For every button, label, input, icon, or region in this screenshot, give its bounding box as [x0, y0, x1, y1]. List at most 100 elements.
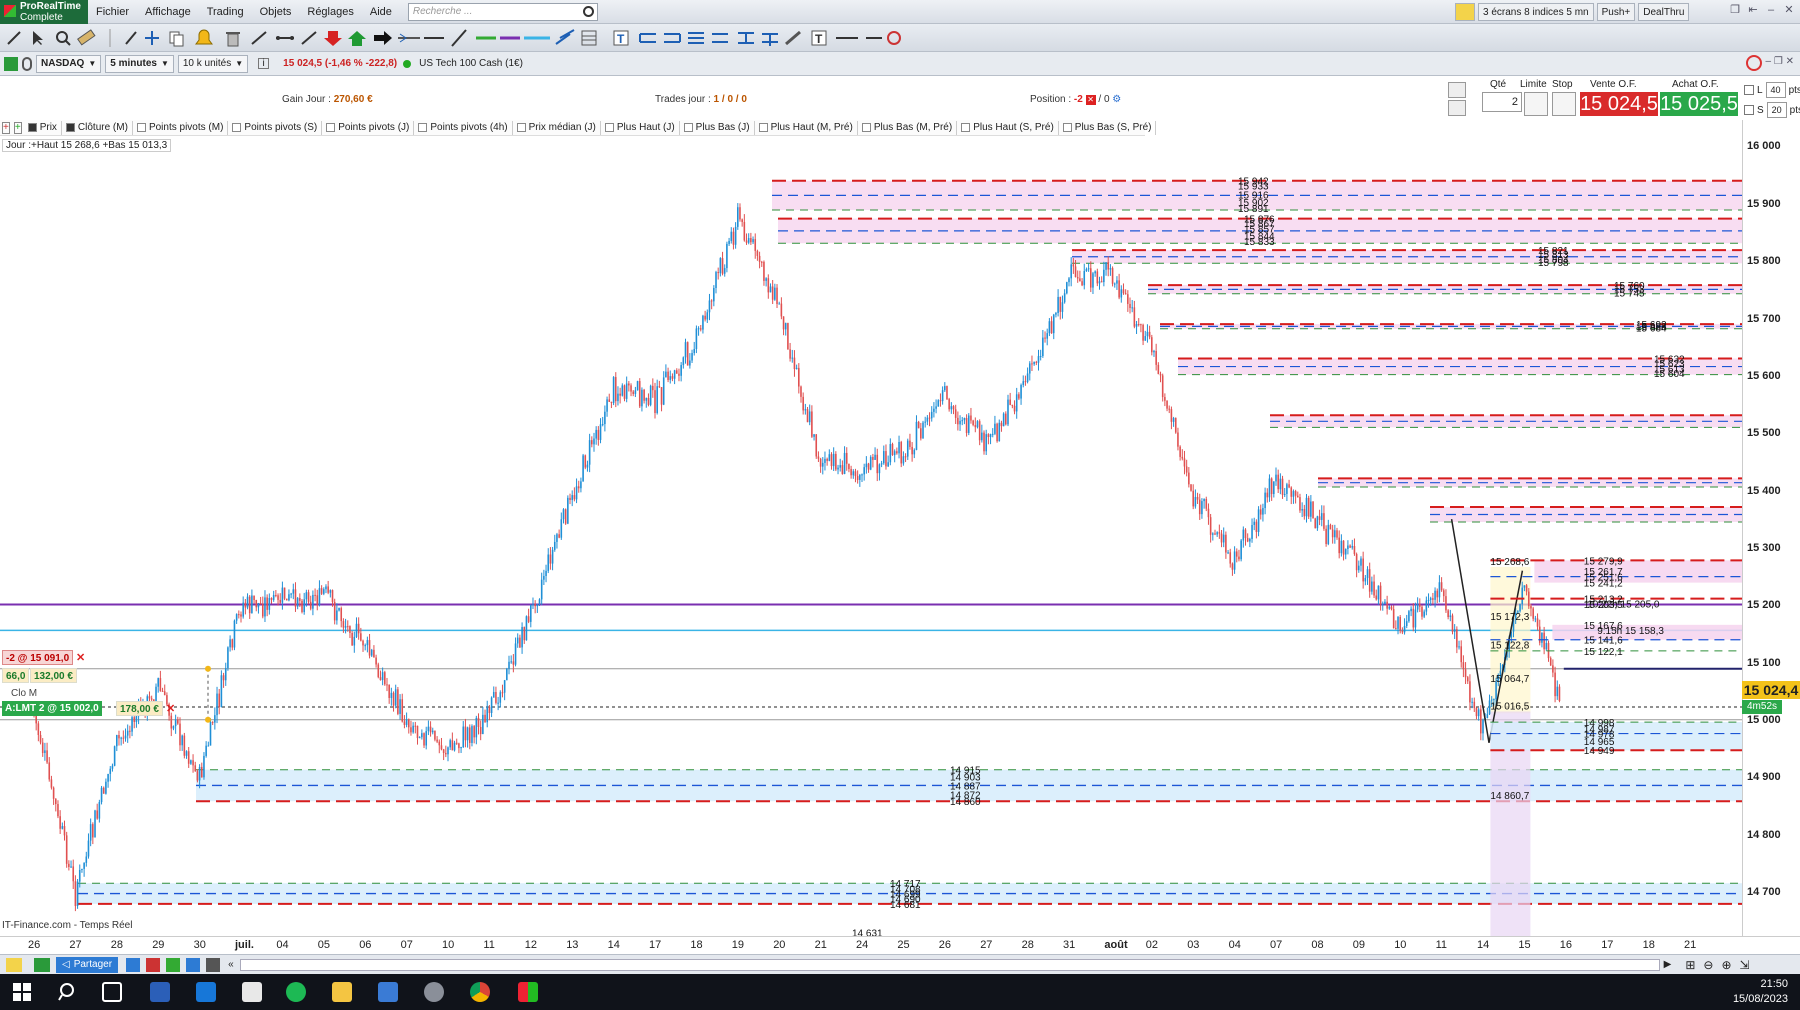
legend-item[interactable]: Clôture (M)	[62, 120, 133, 135]
text-icon[interactable]: T	[613, 30, 629, 46]
legend-item[interactable]: Plus Haut (S, Pré)	[957, 120, 1059, 135]
legend-checkbox[interactable]	[961, 123, 971, 132]
legend-checkbox[interactable]	[516, 123, 526, 132]
zoom-in-icon[interactable]: ⊕	[1721, 958, 1731, 972]
legend-checkbox[interactable]	[27, 123, 37, 132]
legend-item[interactable]: Plus Bas (M, Pré)	[858, 120, 958, 135]
windows-start-icon[interactable]	[12, 982, 32, 1002]
legend-checkbox[interactable]	[758, 123, 768, 132]
search-taskbar-icon[interactable]	[58, 982, 78, 1002]
alerts-icon[interactable]	[1455, 3, 1475, 21]
ruler2-icon[interactable]	[785, 30, 801, 46]
l-value-input[interactable]: 40	[1765, 82, 1786, 98]
tool-icon[interactable]	[206, 957, 221, 972]
magic-wand-icon[interactable]	[125, 31, 137, 45]
stop-button[interactable]	[1552, 92, 1576, 116]
candle-width-icon[interactable]: ⇲	[1740, 958, 1750, 972]
legend-item[interactable]: Prix	[24, 120, 62, 135]
window-controls-2[interactable]: – ❐ ✕	[1766, 56, 1794, 67]
legend-checkbox[interactable]	[136, 123, 146, 132]
settings-icon[interactable]: ⚙	[1112, 94, 1121, 105]
push-button[interactable]: Push+	[1596, 3, 1636, 21]
legend-item[interactable]: Prix médian (J)	[513, 120, 601, 135]
layout-button[interactable]: 3 écrans 8 indices 5 mn	[1478, 3, 1594, 21]
legend-checkbox[interactable]	[861, 123, 871, 132]
market-select[interactable]: NASDAQ ▼	[36, 54, 102, 73]
mail-icon[interactable]	[242, 982, 262, 1002]
info-icon[interactable]: i	[258, 58, 270, 69]
add-indicator-icon[interactable]: +	[2, 121, 10, 134]
app-blue-icon[interactable]	[196, 982, 216, 1002]
app-grey-icon[interactable]	[424, 982, 444, 1002]
short-position-badge[interactable]: -2 @ 15 091,0	[2, 650, 74, 665]
fibo-icon[interactable]	[581, 30, 597, 46]
close-icon[interactable]: ✕	[1782, 3, 1796, 17]
limit-order-badge[interactable]: A:LMT 2 @ 15 002,0	[2, 701, 102, 716]
screens-icon[interactable]	[186, 957, 201, 972]
back-icon[interactable]: ⇤	[1746, 3, 1760, 17]
table-icon[interactable]	[146, 957, 161, 972]
limit-checkbox[interactable]	[1744, 85, 1754, 95]
share-button[interactable]: ◁ Partager	[56, 956, 119, 973]
legend-checkbox[interactable]	[418, 123, 428, 132]
menu-reglages[interactable]: Réglages	[299, 6, 361, 18]
legend-checkbox[interactable]	[683, 123, 693, 132]
legend-item[interactable]: Points pivots (M)	[133, 120, 229, 135]
legend-item[interactable]: Plus Bas (J)	[680, 120, 755, 135]
cancel-order-icon[interactable]: ✕	[166, 702, 178, 715]
bell-icon[interactable]	[195, 29, 213, 45]
arrow-up-icon[interactable]	[348, 31, 366, 46]
minimize-icon[interactable]: –	[1764, 3, 1778, 17]
range-icon[interactable]	[738, 32, 754, 44]
chart-type-icon-2[interactable]	[34, 957, 50, 972]
ray-icon[interactable]	[301, 31, 317, 45]
arrow-down-icon[interactable]	[324, 31, 342, 46]
menu-aide[interactable]: Aide	[362, 6, 400, 18]
calculator-icon[interactable]	[1448, 100, 1466, 116]
spotify-icon[interactable]	[286, 982, 306, 1002]
refresh-icon[interactable]	[1746, 55, 1762, 71]
zoom-out-icon[interactable]: ⊖	[1703, 958, 1713, 972]
pencil-icon[interactable]	[7, 31, 21, 45]
legend-item[interactable]: Plus Bas (S, Pré)	[1059, 120, 1157, 135]
channel-icon[interactable]	[555, 29, 575, 45]
search-input[interactable]: Recherche ...	[407, 2, 598, 21]
folder-icon[interactable]	[332, 982, 352, 1002]
trend-line-icon[interactable]	[251, 31, 267, 45]
add-indicator-icon-2[interactable]: +	[13, 121, 22, 134]
sell-button[interactable]: 15 024,5	[1580, 92, 1658, 116]
cursor-icon[interactable]	[33, 31, 43, 45]
legend-item[interactable]: Plus Haut (J)	[601, 120, 680, 135]
close-position-icon[interactable]: ✕	[76, 651, 88, 664]
time-axis[interactable]: 26 27 28 29 30 juil. 04 05 06 07 10 11 12 13 14 17 18 19 2…	[0, 936, 1800, 954]
legend-checkbox[interactable]	[604, 123, 614, 132]
diag-line-icon[interactable]	[451, 29, 467, 47]
menu-trading[interactable]: Trading	[199, 6, 252, 18]
task-view-icon[interactable]	[102, 982, 122, 1002]
chart-type-icon[interactable]	[4, 56, 18, 71]
horizontal-scrollbar[interactable]	[239, 958, 1660, 971]
calculator-app-icon[interactable]	[378, 982, 398, 1002]
buy-button[interactable]: 15 025,5	[1660, 92, 1738, 116]
menu-affichage[interactable]: Affichage	[137, 6, 199, 18]
price-chart[interactable]: 15 94215 93315 91615 90215 89115 87615 8…	[0, 136, 1742, 936]
move-icon[interactable]	[145, 31, 159, 45]
units-select[interactable]: 10 k unités ▼	[177, 54, 249, 73]
legend-checkbox[interactable]	[1062, 123, 1072, 132]
grid-icon[interactable]	[166, 957, 181, 972]
box-icon[interactable]	[762, 33, 778, 46]
menu-objets[interactable]: Objets	[252, 6, 300, 18]
zoom-icon[interactable]	[56, 31, 71, 46]
dealthru-button[interactable]: DealThru	[1638, 3, 1690, 21]
menu-fichier[interactable]: Fichier	[88, 6, 137, 18]
stop-checkbox[interactable]	[1744, 105, 1754, 115]
wrench-icon[interactable]	[1448, 82, 1466, 98]
legend-item[interactable]: Points pivots (4h)	[414, 120, 513, 135]
segment-icon[interactable]	[276, 36, 294, 40]
chrome-icon[interactable]	[470, 982, 490, 1002]
legend-item[interactable]: Points pivots (J)	[322, 120, 415, 135]
copy-icon[interactable]	[169, 31, 184, 47]
limit-button[interactable]	[1524, 92, 1548, 116]
indicator-icon[interactable]	[126, 957, 141, 972]
arrow-right-icon[interactable]	[374, 31, 392, 45]
